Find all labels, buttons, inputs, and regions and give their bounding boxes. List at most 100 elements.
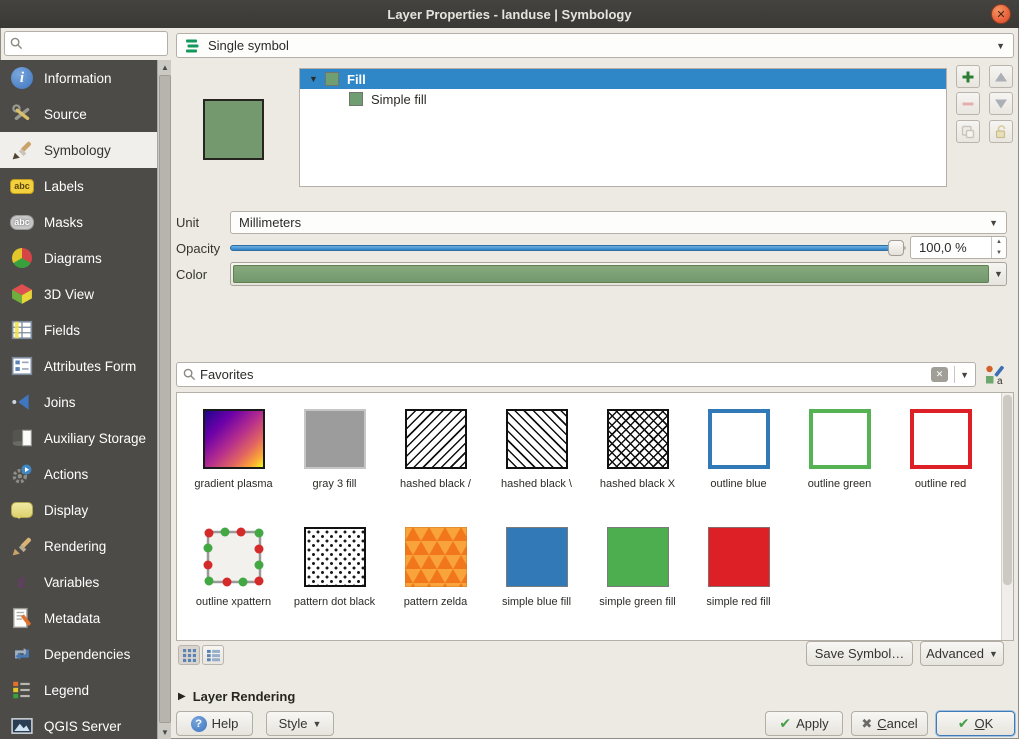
symbol-item-pattern-zelda[interactable]: pattern zelda <box>385 517 486 635</box>
symbol-filter-input[interactable] <box>200 367 931 382</box>
source-icon <box>10 102 34 126</box>
search-icon <box>10 37 23 50</box>
unit-value: Millimeters <box>239 215 301 230</box>
sidebar-scrollbar[interactable]: ▲ ▼ <box>157 60 171 739</box>
sidebar-item-joins[interactable]: Joins <box>0 384 157 420</box>
help-button[interactable]: ? Help <box>176 711 253 736</box>
checkmark-icon: ✔ <box>958 715 970 732</box>
close-window-button[interactable]: ✕ <box>991 4 1011 24</box>
save-symbol-button[interactable]: Save Symbol… <box>806 641 913 666</box>
clear-filter-button[interactable]: ✕ <box>931 367 948 382</box>
sidebar-item-qgis-server[interactable]: QGIS Server <box>0 708 157 739</box>
sidebar-item-attributes-form[interactable]: Attributes Form <box>0 348 157 384</box>
dependencies-icon <box>10 642 34 666</box>
sidebar-item-source[interactable]: Source <box>0 96 157 132</box>
slider-handle[interactable] <box>888 240 904 256</box>
spin-up-icon[interactable]: ▲ <box>992 237 1006 248</box>
scroll-down-icon[interactable]: ▼ <box>158 725 172 739</box>
style-button[interactable]: Style ▼ <box>266 711 334 736</box>
cancel-button[interactable]: ✖ Cancel <box>851 711 928 736</box>
sidebar-item-display[interactable]: Display <box>0 492 157 528</box>
browser-scrollbar[interactable] <box>1001 393 1013 640</box>
sidebar-item-variables[interactable]: ε Variables <box>0 564 157 600</box>
opacity-slider[interactable] <box>230 239 906 257</box>
sidebar-item-fields[interactable]: Fields <box>0 312 157 348</box>
filter-dropdown-icon[interactable]: ▼ <box>960 370 969 380</box>
move-up-button[interactable] <box>989 65 1013 88</box>
symbol-item-outline-red[interactable]: outline red <box>890 399 991 517</box>
legend-icon <box>10 678 34 702</box>
symbol-swatch <box>809 409 871 469</box>
sidebar-item-metadata[interactable]: Metadata <box>0 600 157 636</box>
symbol-swatch <box>506 527 568 587</box>
sidebar-item-information[interactable]: i Information <box>0 60 157 96</box>
icon-view-button[interactable] <box>178 645 200 665</box>
renderer-combobox[interactable]: Single symbol ▼ <box>176 33 1014 58</box>
tree-row-fill[interactable]: ▼ Fill <box>300 69 946 89</box>
color-swatch <box>233 265 989 283</box>
ok-button[interactable]: ✔ OK <box>936 711 1015 736</box>
opacity-value: 100,0 % <box>919 240 967 255</box>
layer-properties-dialog: Layer Properties - landuse | Symbology ✕… <box>0 0 1019 739</box>
symbol-item-simple-green-fill[interactable]: simple green fill <box>587 517 688 635</box>
unit-combobox[interactable]: Millimeters ▼ <box>230 211 1007 234</box>
apply-button[interactable]: ✔ Apply <box>765 711 843 736</box>
sidebar-scrollbar-thumb[interactable] <box>159 75 171 723</box>
symbol-item-gray-3-fill[interactable]: gray 3 fill <box>284 399 385 517</box>
symbol-item-outline-blue[interactable]: outline blue <box>688 399 789 517</box>
chevron-down-icon[interactable]: ▼ <box>991 263 1006 285</box>
scroll-up-icon[interactable]: ▲ <box>158 60 172 74</box>
symbol-swatch <box>304 527 366 587</box>
titlebar[interactable]: Layer Properties - landuse | Symbology ✕ <box>0 0 1019 28</box>
duplicate-symbol-layer-button[interactable] <box>956 120 980 143</box>
sidebar-item-3d-view[interactable]: 3D View <box>0 276 157 312</box>
sidebar-item-diagrams[interactable]: Diagrams <box>0 240 157 276</box>
chevron-down-icon: ▼ <box>312 719 321 729</box>
sidebar-item-actions[interactable]: Actions <box>0 456 157 492</box>
add-symbol-layer-button[interactable] <box>956 65 980 88</box>
diagrams-icon <box>10 246 34 270</box>
labels-icon: abc <box>10 174 34 198</box>
sidebar-item-dependencies[interactable]: Dependencies <box>0 636 157 672</box>
list-view-button[interactable] <box>202 645 224 665</box>
symbol-swatch <box>203 409 265 469</box>
style-manager-button[interactable]: a <box>984 364 1006 386</box>
grid-view-icon <box>183 649 196 662</box>
symbol-item-gradient-plasma[interactable]: gradient plasma <box>183 399 284 517</box>
symbol-filter[interactable]: ✕ ▼ <box>176 362 976 387</box>
symbol-item-simple-blue-fill[interactable]: simple blue fill <box>486 517 587 635</box>
symbol-item-simple-red-fill[interactable]: simple red fill <box>688 517 789 635</box>
layer-rendering-section[interactable]: ▶ Layer Rendering <box>178 689 295 704</box>
symbol-item-hashed-black-slash[interactable]: hashed black / <box>385 399 486 517</box>
browser-scrollbar-thumb[interactable] <box>1003 395 1012 585</box>
sidebar-search-input[interactable] <box>27 37 147 51</box>
sidebar-item-labels[interactable]: abc Labels <box>0 168 157 204</box>
color-button[interactable]: ▼ <box>230 262 1007 286</box>
move-down-button[interactable] <box>989 92 1013 115</box>
advanced-button[interactable]: Advanced ▼ <box>920 641 1004 666</box>
symbol-item-outline-green[interactable]: outline green <box>789 399 890 517</box>
lock-color-button[interactable] <box>989 120 1013 143</box>
collapse-icon[interactable]: ▼ <box>309 74 319 84</box>
sidebar-search[interactable] <box>4 31 168 56</box>
symbol-swatch <box>708 409 770 469</box>
spin-down-icon[interactable]: ▼ <box>992 248 1006 259</box>
sidebar-item-masks[interactable]: abc Masks <box>0 204 157 240</box>
opacity-spinbox[interactable]: 100,0 % ▲ ▼ <box>910 236 1007 259</box>
search-icon <box>183 368 196 381</box>
sidebar-item-legend[interactable]: Legend <box>0 672 157 708</box>
symbol-item-pattern-dot-black[interactable]: pattern dot black <box>284 517 385 635</box>
masks-icon: abc <box>10 210 34 234</box>
duplicate-icon <box>960 124 976 140</box>
symbol-item-hashed-black-backslash[interactable]: hashed black \ <box>486 399 587 517</box>
sidebar-item-auxiliary-storage[interactable]: Auxiliary Storage <box>0 420 157 456</box>
sidebar-item-symbology[interactable]: Symbology <box>0 132 157 168</box>
expand-icon: ▶ <box>178 691 186 702</box>
metadata-icon <box>10 606 34 630</box>
symbol-item-hashed-black-x[interactable]: hashed black X <box>587 399 688 517</box>
symbol-item-outline-xpattern[interactable]: outline xpattern <box>183 517 284 635</box>
qgis-server-icon <box>10 714 34 738</box>
sidebar-item-rendering[interactable]: Rendering <box>0 528 157 564</box>
remove-symbol-layer-button[interactable] <box>956 92 980 115</box>
tree-row-simple-fill[interactable]: Simple fill <box>300 89 946 109</box>
